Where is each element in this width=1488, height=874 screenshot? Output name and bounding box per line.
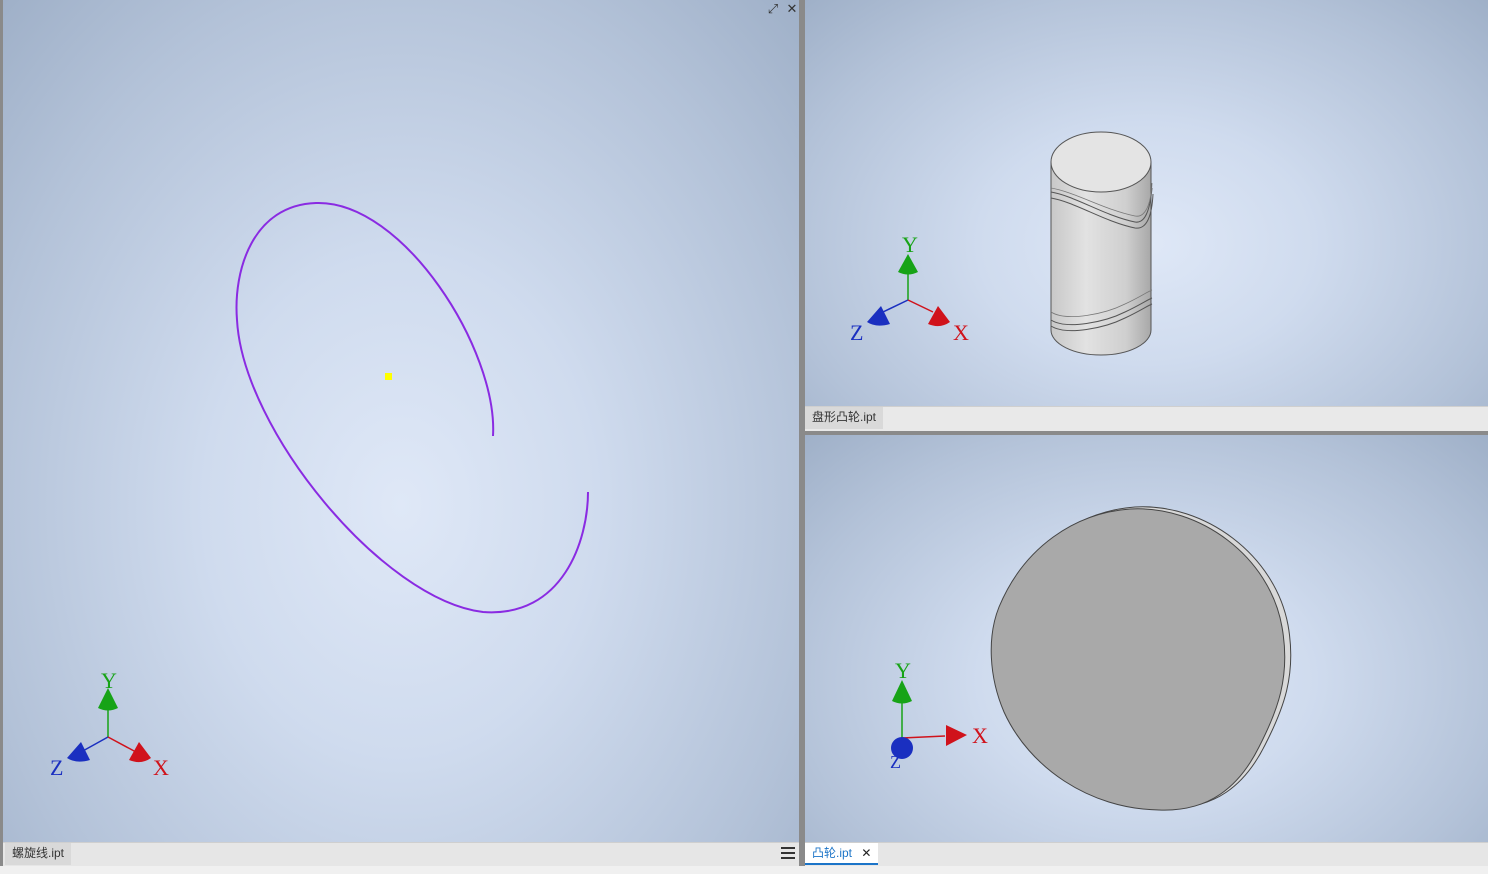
document-tabbar-bottom-right: 凸轮.ipt ✕ [805,842,1488,867]
z-axis-cone-icon [867,306,890,326]
y-axis-cone-icon [898,254,918,275]
left-border [0,0,3,866]
z-axis-label: Z [890,752,901,772]
y-axis-label: Y [902,232,918,257]
cylinder-top-face[interactable] [1050,131,1152,193]
z-axis-label: Z [50,755,63,780]
close-viewport-icon[interactable]: ✕ [785,2,799,16]
y-axis-label: Y [101,668,117,693]
helix-curve[interactable] [235,201,589,614]
z-axis-cone-icon [67,742,90,762]
viewport-top-right[interactable]: Y Z X [805,0,1488,406]
center-point[interactable] [385,373,392,380]
x-axis-cone-icon [129,742,151,763]
cylindrical-cam-model[interactable] [1050,131,1154,356]
document-tab-helix[interactable]: 螺旋线.ipt [5,843,72,865]
document-tab-disc-cam[interactable]: 盘形凸轮.ipt [805,407,884,429]
view-triad[interactable]: Y Z X [850,232,969,345]
x-axis-label: X [972,723,988,748]
viewport-left[interactable]: Y Z X ⤢ ✕ [3,0,799,842]
cylinder-cam-canvas[interactable]: Y Z X [805,0,1488,406]
document-menu-icon[interactable] [781,847,795,860]
z-axis-label: Z [850,320,863,345]
viewport-bottom-right[interactable]: Y X Z [805,435,1488,842]
view-triad[interactable]: Y X Z [890,658,988,772]
close-tab-icon[interactable]: ✕ [861,846,871,860]
document-tabbar-left: 螺旋线.ipt [3,842,799,867]
x-axis-cone-icon [946,725,967,746]
x-axis-cone-icon [928,306,950,327]
document-tab-label: 螺旋线.ipt [12,846,65,860]
helix-canvas[interactable]: Y Z X [3,0,799,842]
status-strip [0,866,1488,874]
document-tab-cam[interactable]: 凸轮.ipt ✕ [805,843,879,865]
disc-cam-model[interactable] [990,506,1292,811]
x-axis-label: X [153,755,169,780]
document-tab-label: 盘形凸轮.ipt [812,410,877,424]
y-axis-label: Y [895,658,911,683]
x-axis-label: X [953,320,969,345]
y-axis-cone-icon [892,680,912,704]
maximize-viewport-icon[interactable]: ⤢ [766,2,780,16]
view-triad[interactable]: Y Z X [50,668,169,780]
document-tabbar-top-right: 盘形凸轮.ipt [805,406,1488,431]
document-tab-label: 凸轮.ipt [812,846,853,860]
disc-cam-canvas[interactable]: Y X Z [805,435,1488,842]
